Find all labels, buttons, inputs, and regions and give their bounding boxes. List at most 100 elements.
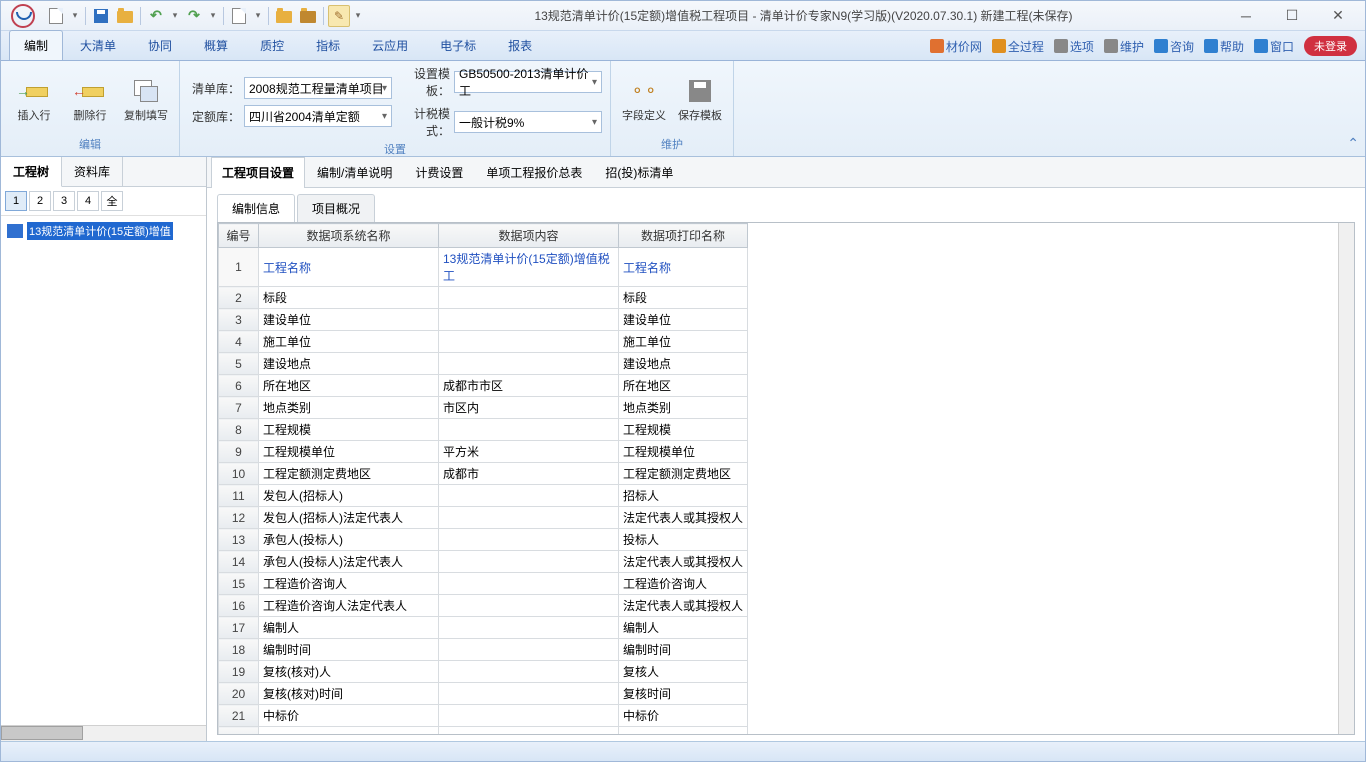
inner-tab-0[interactable]: 编制信息 [217,194,295,222]
save-button[interactable] [90,5,112,27]
cell-sys[interactable]: 承包人(投标人)法定代表人 [259,551,439,573]
cell-print[interactable]: 编制时间 [619,639,748,661]
main-tab-4[interactable]: 质控 [245,30,299,60]
cell-print[interactable]: 复核人 [619,661,748,683]
cell-sys[interactable]: 工程造价咨询人法定代表人 [259,595,439,617]
table-row[interactable]: 10工程定额测定费地区成都市工程定额测定费地区 [219,463,748,485]
table-row[interactable]: 12发包人(招标人)法定代表人法定代表人或其授权人 [219,507,748,529]
cell-sys[interactable]: 工程造价咨询人 [259,573,439,595]
undo-dropdown[interactable]: ▾ [169,5,181,27]
main-tab-0[interactable]: 编制 [9,30,63,60]
cell-sys[interactable]: 施工单位 [259,331,439,353]
table-row[interactable]: 9工程规模单位平方米工程规模单位 [219,441,748,463]
table-row[interactable]: 15工程造价咨询人工程造价咨询人 [219,573,748,595]
cell-content[interactable] [439,573,619,595]
cell-sys[interactable]: 承包人(投标人) [259,529,439,551]
cell-sys[interactable]: 所在地区 [259,375,439,397]
cell-print[interactable]: 所在地区 [619,375,748,397]
cell-content[interactable] [439,507,619,529]
setting-select-0[interactable]: 2008规范工程量清单项目 [244,77,392,99]
savetpl-button[interactable]: 保存模板 [675,67,725,133]
table-row[interactable]: 6所在地区成都市市区所在地区 [219,375,748,397]
left-tab-0[interactable]: 工程树 [1,157,62,187]
table-row[interactable]: 18编制时间编制时间 [219,639,748,661]
cell-print[interactable]: 法定代表人或其授权人 [619,595,748,617]
cell-content[interactable] [439,419,619,441]
cell-content[interactable]: 成都市 [439,463,619,485]
table-row[interactable]: 19复核(核对)人复核人 [219,661,748,683]
sub-tab-2[interactable]: 计费设置 [404,157,474,187]
minimize-button[interactable]: ─ [1223,2,1269,30]
tool-option[interactable]: 选项 [1054,38,1094,55]
cell-print[interactable]: 投标人 [619,529,748,551]
cell-content[interactable] [439,485,619,507]
insert-button[interactable]: 插入行 [9,67,59,133]
cell-content[interactable] [439,661,619,683]
import-button[interactable] [228,5,250,27]
cell-print[interactable]: 工程规模单位 [619,441,748,463]
field-button[interactable]: ⚬⚬字段定义 [619,67,669,133]
cell-sys[interactable]: 复核(核对)人 [259,661,439,683]
ribbon-collapse-button[interactable]: ⌃ [1347,135,1359,152]
folder-button-1[interactable] [273,5,295,27]
left-tab-1[interactable]: 资料库 [62,157,123,186]
undo-button[interactable]: ↶ [145,5,167,27]
table-row[interactable]: 20复核(核对)时间复核时间 [219,683,748,705]
cell-sys[interactable]: 发包人(招标人) [259,485,439,507]
setting-select-2[interactable]: GB50500-2013清单计价工 [454,71,602,93]
cell-content[interactable]: 市区内 [439,397,619,419]
sub-tab-0[interactable]: 工程项目设置 [211,157,305,188]
cell-sys[interactable]: 建设地点 [259,353,439,375]
new-file-button[interactable] [45,5,67,27]
cell-print[interactable]: 工程定额测定费地区 [619,463,748,485]
tool-button[interactable]: ✎ [328,5,350,27]
main-tab-5[interactable]: 指标 [301,30,355,60]
cell-print[interactable]: 法定代表人或其授权人 [619,507,748,529]
cell-print[interactable]: 招标人 [619,485,748,507]
main-tab-3[interactable]: 概算 [189,30,243,60]
cell-content[interactable]: 13规范清单计价(15定额)增值税工 [439,248,619,287]
cell-print[interactable]: 施工单位 [619,331,748,353]
table-row[interactable]: 5建设地点建设地点 [219,353,748,375]
cell-print[interactable]: 工程规模 [619,419,748,441]
folder-button-2[interactable] [297,5,319,27]
inner-tab-1[interactable]: 项目概况 [297,194,375,222]
cell-sys[interactable]: 编制时间 [259,639,439,661]
cell-print[interactable]: 标段 [619,287,748,309]
cell-print[interactable]: 建设地点 [619,353,748,375]
main-tab-8[interactable]: 报表 [493,30,547,60]
cell-print[interactable]: 工程造价咨询人 [619,573,748,595]
project-tree[interactable]: 13规范清单计价(15定额)增值 [1,216,206,725]
open-button[interactable] [114,5,136,27]
tool-window[interactable]: 窗口 [1254,38,1294,55]
cell-content[interactable] [439,309,619,331]
tool-process[interactable]: 全过程 [992,38,1044,55]
table-row-empty[interactable] [219,727,748,735]
redo-button[interactable]: ↷ [183,5,205,27]
delete-button[interactable]: 删除行 [65,67,115,133]
cell-content[interactable] [439,551,619,573]
tree-item[interactable]: 13规范清单计价(15定额)增值 [5,220,202,242]
main-tab-7[interactable]: 电子标 [425,30,491,60]
main-tab-2[interactable]: 协同 [133,30,187,60]
redo-dropdown[interactable]: ▾ [207,5,219,27]
cell-content[interactable]: 平方米 [439,441,619,463]
cell-content[interactable] [439,705,619,727]
table-row[interactable]: 13承包人(投标人)投标人 [219,529,748,551]
cell-content[interactable] [439,529,619,551]
tool-qq[interactable]: 咨询 [1154,38,1194,55]
cell-sys[interactable]: 工程定额测定费地区 [259,463,439,485]
table-row[interactable]: 14承包人(投标人)法定代表人法定代表人或其授权人 [219,551,748,573]
tool-help[interactable]: 帮助 [1204,38,1244,55]
table-row[interactable]: 1工程名称13规范清单计价(15定额)增值税工工程名称 [219,248,748,287]
cell-print[interactable]: 法定代表人或其授权人 [619,551,748,573]
cell-sys[interactable]: 标段 [259,287,439,309]
column-header[interactable]: 数据项打印名称 [619,224,748,248]
main-tab-6[interactable]: 云应用 [357,30,423,60]
cell-print[interactable]: 中标价 [619,705,748,727]
table-row[interactable]: 17编制人编制人 [219,617,748,639]
login-badge[interactable]: 未登录 [1304,36,1357,56]
cell-content[interactable]: 成都市市区 [439,375,619,397]
cell-print[interactable]: 建设单位 [619,309,748,331]
column-header[interactable]: 编号 [219,224,259,248]
